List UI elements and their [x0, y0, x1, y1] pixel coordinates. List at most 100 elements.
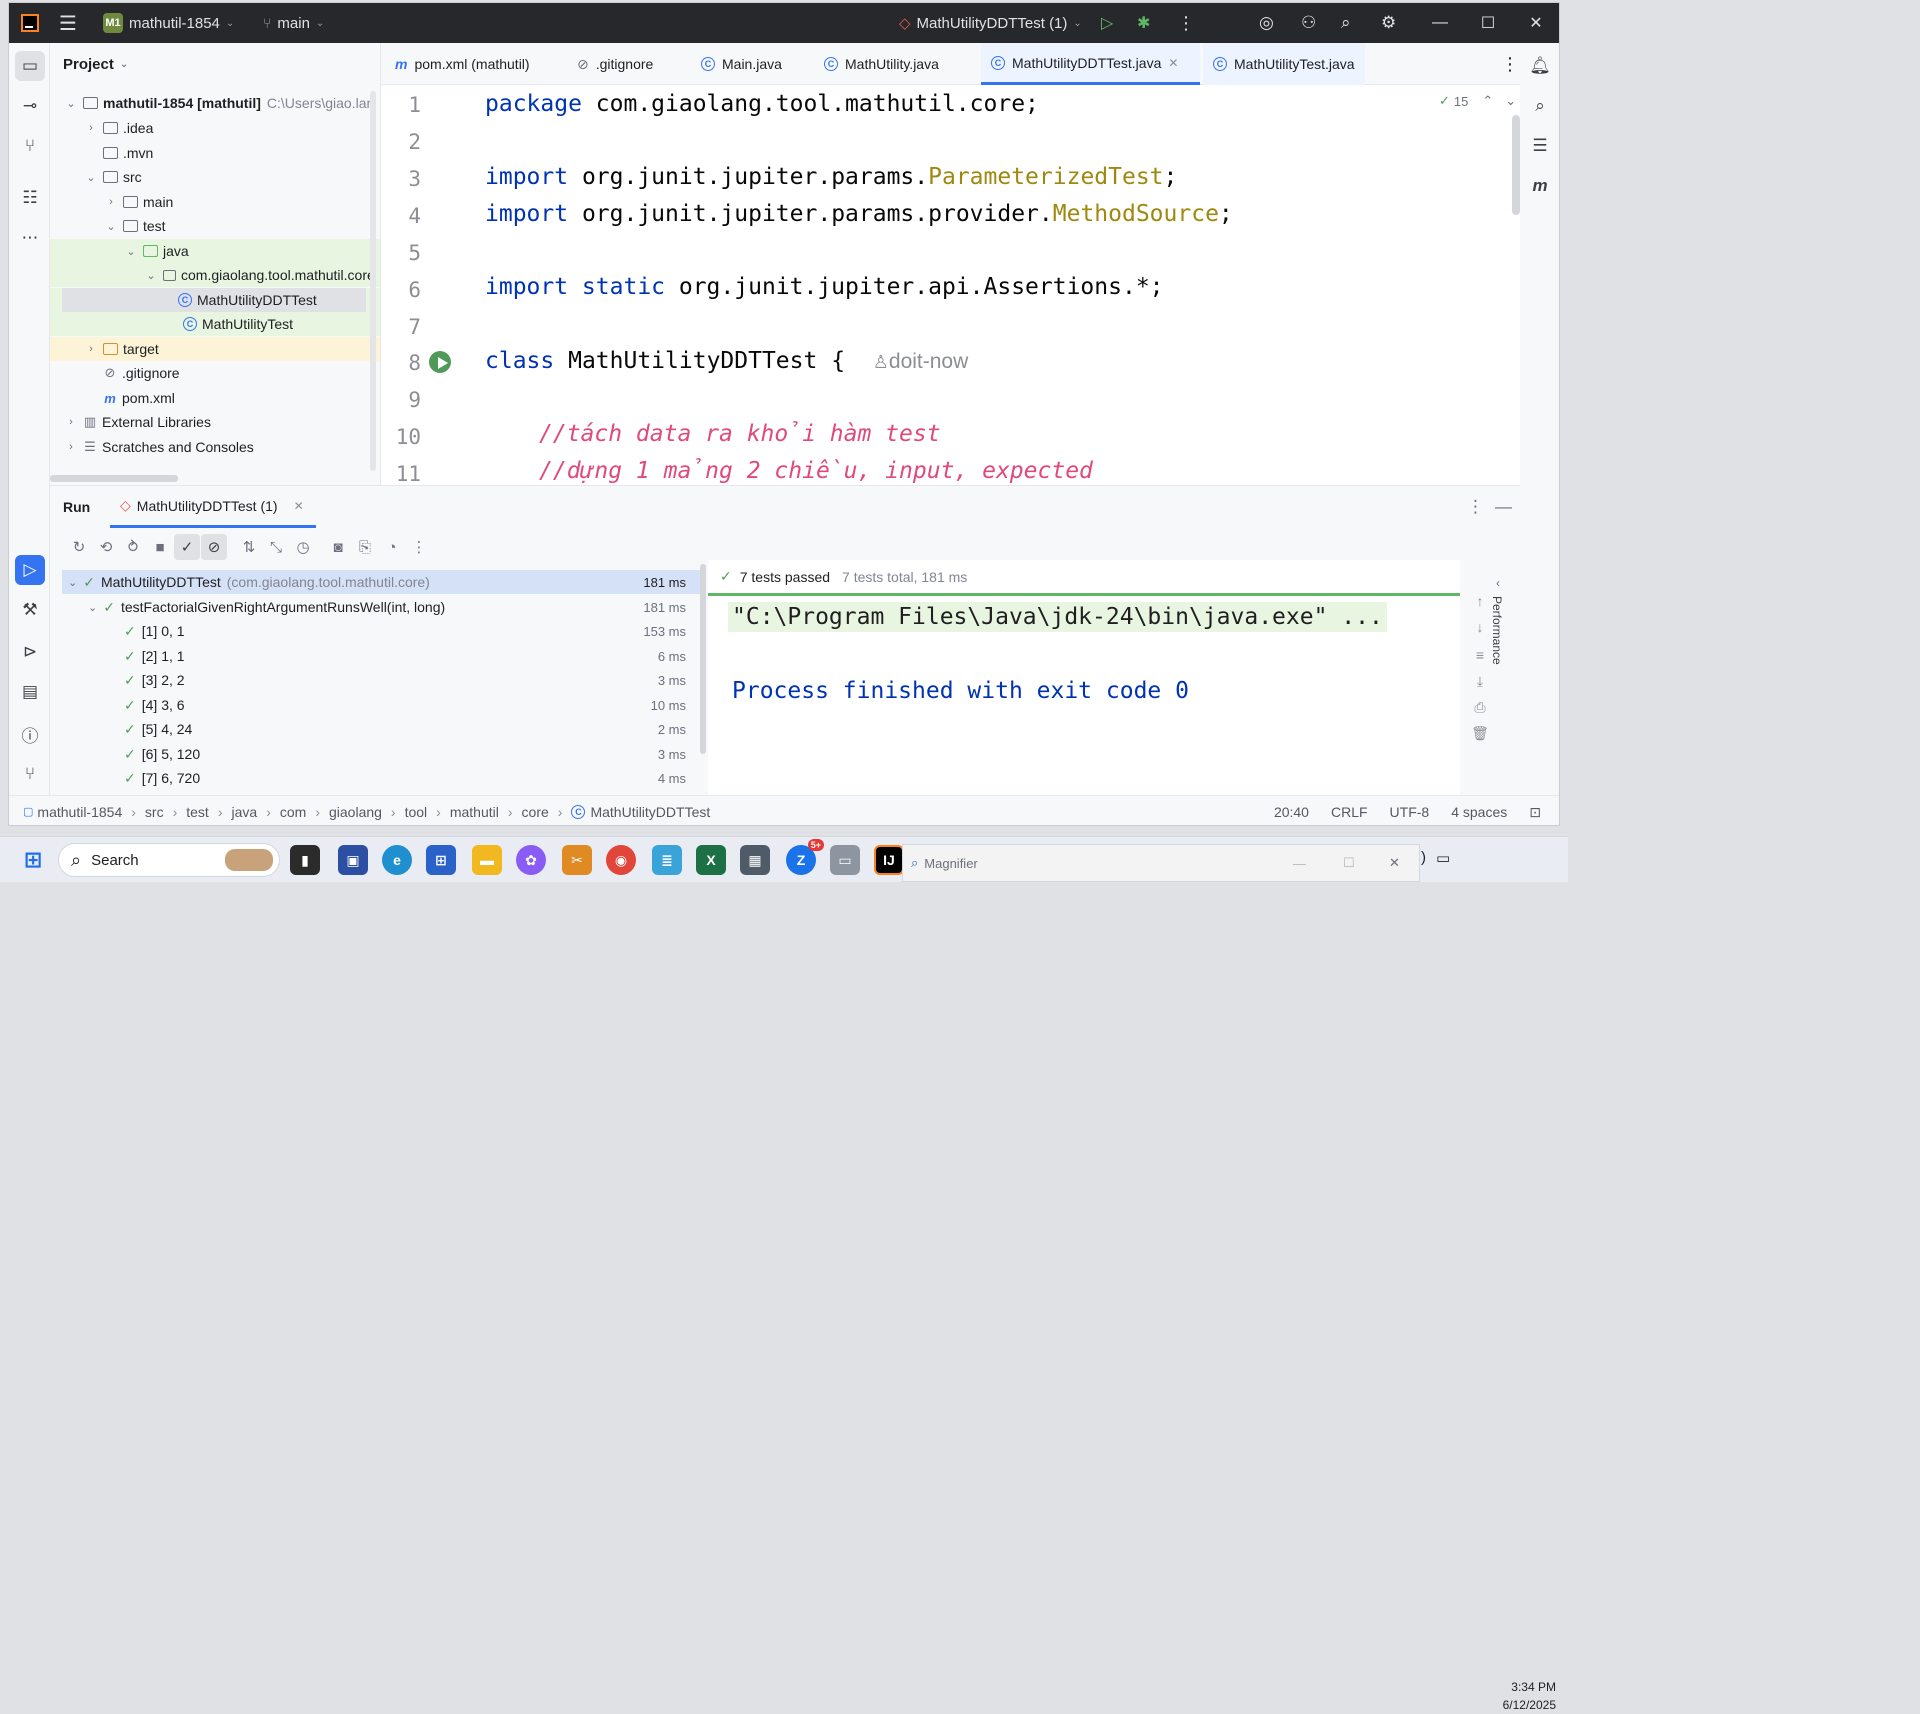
copilot-icon[interactable]: ✿ [516, 845, 546, 875]
tree-item-idea[interactable]: › .idea [50, 116, 380, 140]
tree-item-scratches[interactable]: › ☰ Scratches and Consoles [50, 435, 380, 459]
import-tests-icon[interactable]: ⎘ [352, 534, 378, 560]
history-icon[interactable]: ◷ [290, 534, 316, 560]
project-panel-header[interactable]: Project ⌄ [50, 43, 380, 85]
project-switcher[interactable]: M1 mathutil-1854 ⌄ [103, 3, 234, 43]
arrow-down-icon[interactable]: ↓ [1468, 616, 1492, 638]
edge-browser-icon[interactable]: e [382, 845, 412, 875]
search-icon[interactable]: ⌕ [1341, 3, 1351, 43]
test-row-case[interactable]: ✓ [1] 0, 1 153 ms [62, 619, 700, 643]
chevron-left-icon[interactable]: ‹ [1496, 576, 1500, 590]
file-explorer-icon[interactable]: ▬ [472, 845, 502, 875]
taskbar-search[interactable]: ⌕ Search [58, 843, 280, 877]
settings-gear-icon[interactable]: ⚙ [1381, 3, 1396, 43]
breadcrumb-item[interactable]: tool [405, 804, 428, 820]
maximize-icon[interactable]: ☐ [1343, 855, 1355, 871]
tree-item-external-libraries[interactable]: › ▥ External Libraries [50, 410, 380, 434]
test-row-case[interactable]: ✓ [4] 3, 6 10 ms [62, 693, 700, 717]
show-ignored-icon[interactable]: ⊘ [201, 534, 227, 560]
stop-icon[interactable]: ■ [147, 534, 173, 560]
tab-ddt-test-java[interactable]: C MathUtilityDDTTest.java ✕ [981, 43, 1200, 85]
app-logo-icon[interactable] [21, 3, 39, 43]
tree-item-package[interactable]: ⌄ com.giaolang.tool.mathutil.core [50, 263, 380, 287]
console-output[interactable]: ✓ 7 tests passed 7 tests total, 181 ms "… [708, 560, 1460, 796]
rerun-icon[interactable]: ↻ [66, 534, 92, 560]
collapse-icon[interactable]: ⤡ [263, 534, 289, 560]
chrome-icon[interactable]: ◉ [606, 845, 636, 875]
branch-switcher[interactable]: ⑂ main ⌄ [263, 3, 324, 43]
breadcrumb-item[interactable]: test [186, 804, 209, 820]
vertical-scrollbar[interactable] [370, 91, 376, 471]
run-tool-icon[interactable]: ▷ [15, 555, 45, 585]
screenshot-icon[interactable]: ◙ [325, 534, 351, 560]
test-row-case[interactable]: ✓ [5] 4, 24 2 ms [62, 717, 700, 741]
save-app-icon[interactable]: ▣ [338, 845, 368, 875]
tree-item-target[interactable]: › target [50, 337, 380, 361]
tree-item-root[interactable]: ⌄ mathutil-1854 [mathutil] C:\Users\giao… [50, 91, 380, 115]
arrow-up-icon[interactable]: ↑ [1468, 590, 1492, 612]
test-row-method[interactable]: ⌄ ✓ testFactorialGivenRightArgumentRunsW… [62, 595, 700, 619]
test-row-case[interactable]: ✓ [3] 2, 2 3 ms [62, 668, 700, 692]
close-tab-icon[interactable]: ✕ [1168, 56, 1178, 70]
coverage-icon[interactable]: ◔ [379, 534, 405, 560]
run-icon[interactable]: ▷ [1101, 3, 1113, 43]
build-hammer-icon[interactable]: ⚒ [15, 595, 45, 625]
add-user-icon[interactable]: ⚇ [1301, 3, 1316, 43]
ai-chat-icon[interactable]: ⌕ [1525, 91, 1555, 121]
performance-tab[interactable]: Performance [1490, 596, 1504, 665]
trash-icon[interactable]: 🗑︎ [1468, 722, 1492, 744]
horizontal-scrollbar[interactable] [50, 475, 178, 482]
services-icon[interactable]: ⊳ [15, 637, 45, 667]
terminal-icon[interactable]: ▤ [15, 677, 45, 707]
chevron-up-icon[interactable]: ⌃ [1482, 93, 1493, 109]
tab-mathutility-test-java[interactable]: C MathUtilityTest.java [1203, 43, 1365, 85]
windows-start-icon[interactable]: ⊞ [18, 845, 48, 875]
breadcrumb-item[interactable]: mathutil-1854 [37, 804, 122, 820]
database-icon[interactable]: ☰ [1525, 131, 1555, 161]
git-icon[interactable]: ⑂ [15, 759, 45, 789]
tabs-more-icon[interactable]: ⋮ [1491, 43, 1529, 85]
rerun-failed-icon[interactable]: ⟲ [93, 534, 119, 560]
debug-icon[interactable]: ✱ [1137, 3, 1150, 43]
run-config-selector[interactable]: ◇ MathUtilityDDTTest (1) ⌄ [899, 3, 1082, 43]
battery-icon[interactable]: ▭ [1436, 849, 1450, 867]
test-row-case[interactable]: ✓ [2] 1, 1 6 ms [62, 644, 700, 668]
more-toolbar-icon[interactable]: ⋮ [406, 534, 432, 560]
network-app-icon[interactable]: ▭ [830, 845, 860, 875]
show-passed-icon[interactable]: ✓ [174, 534, 200, 560]
author-hint[interactable]: ♙doit-now [873, 350, 969, 373]
read-only-lock-icon[interactable]: ⊡ [1529, 804, 1541, 821]
more-actions-icon[interactable]: ⋮ [1177, 3, 1195, 43]
run-options-icon[interactable]: ⋮ [1467, 497, 1484, 517]
breadcrumb-item[interactable]: core [522, 804, 549, 820]
file-encoding[interactable]: UTF-8 [1390, 804, 1430, 820]
zalo-icon[interactable]: Z 5+ [786, 839, 824, 875]
toggle-auto-test-icon[interactable]: ⥁ [120, 534, 146, 560]
tree-item-java[interactable]: ⌄ java [50, 239, 380, 263]
breadcrumb-item[interactable]: com [280, 804, 306, 820]
hide-panel-icon[interactable]: — [1495, 497, 1512, 517]
line-separator[interactable]: CRLF [1331, 804, 1368, 820]
snipping-icon[interactable]: ✂ [562, 845, 592, 875]
main-menu-icon[interactable]: ☰ [59, 3, 77, 43]
close-tab-icon[interactable]: ✕ [294, 499, 304, 513]
tab-mathutility-java[interactable]: C MathUtility.java [814, 43, 949, 85]
test-row-root[interactable]: ⌄ ✓ MathUtilityDDTTest (com.giaolang.too… [62, 570, 700, 594]
chevron-down-icon[interactable]: ⌄ [1505, 93, 1516, 109]
indent-setting[interactable]: 4 spaces [1451, 804, 1507, 820]
tree-item-src[interactable]: ⌄ src [50, 165, 380, 189]
maximize-icon[interactable]: ☐ [1465, 3, 1511, 43]
tab-run-config[interactable]: ◇ MathUtilityDDTTest (1) ✕ [110, 486, 316, 528]
tree-item-pom[interactable]: m pom.xml [50, 386, 380, 410]
problems-icon[interactable]: ⓘ [15, 719, 45, 749]
close-icon[interactable]: ✕ [1389, 855, 1400, 871]
close-icon[interactable]: ✕ [1513, 3, 1559, 43]
inspection-widget[interactable]: ✓ 15 ⌃ ⌄ [1439, 93, 1516, 109]
tab-gitignore[interactable]: ⊘ .gitignore [567, 43, 663, 85]
tree-item-test[interactable]: ⌄ test [50, 214, 380, 238]
breadcrumb-item[interactable]: src [145, 804, 164, 820]
tree-item-ddt-test[interactable]: C MathUtilityDDTTest [50, 288, 380, 312]
minimize-icon[interactable]: — [1293, 856, 1306, 871]
run-test-gutter-icon[interactable] [429, 351, 451, 373]
task-view-icon[interactable]: ▮ [290, 845, 320, 875]
